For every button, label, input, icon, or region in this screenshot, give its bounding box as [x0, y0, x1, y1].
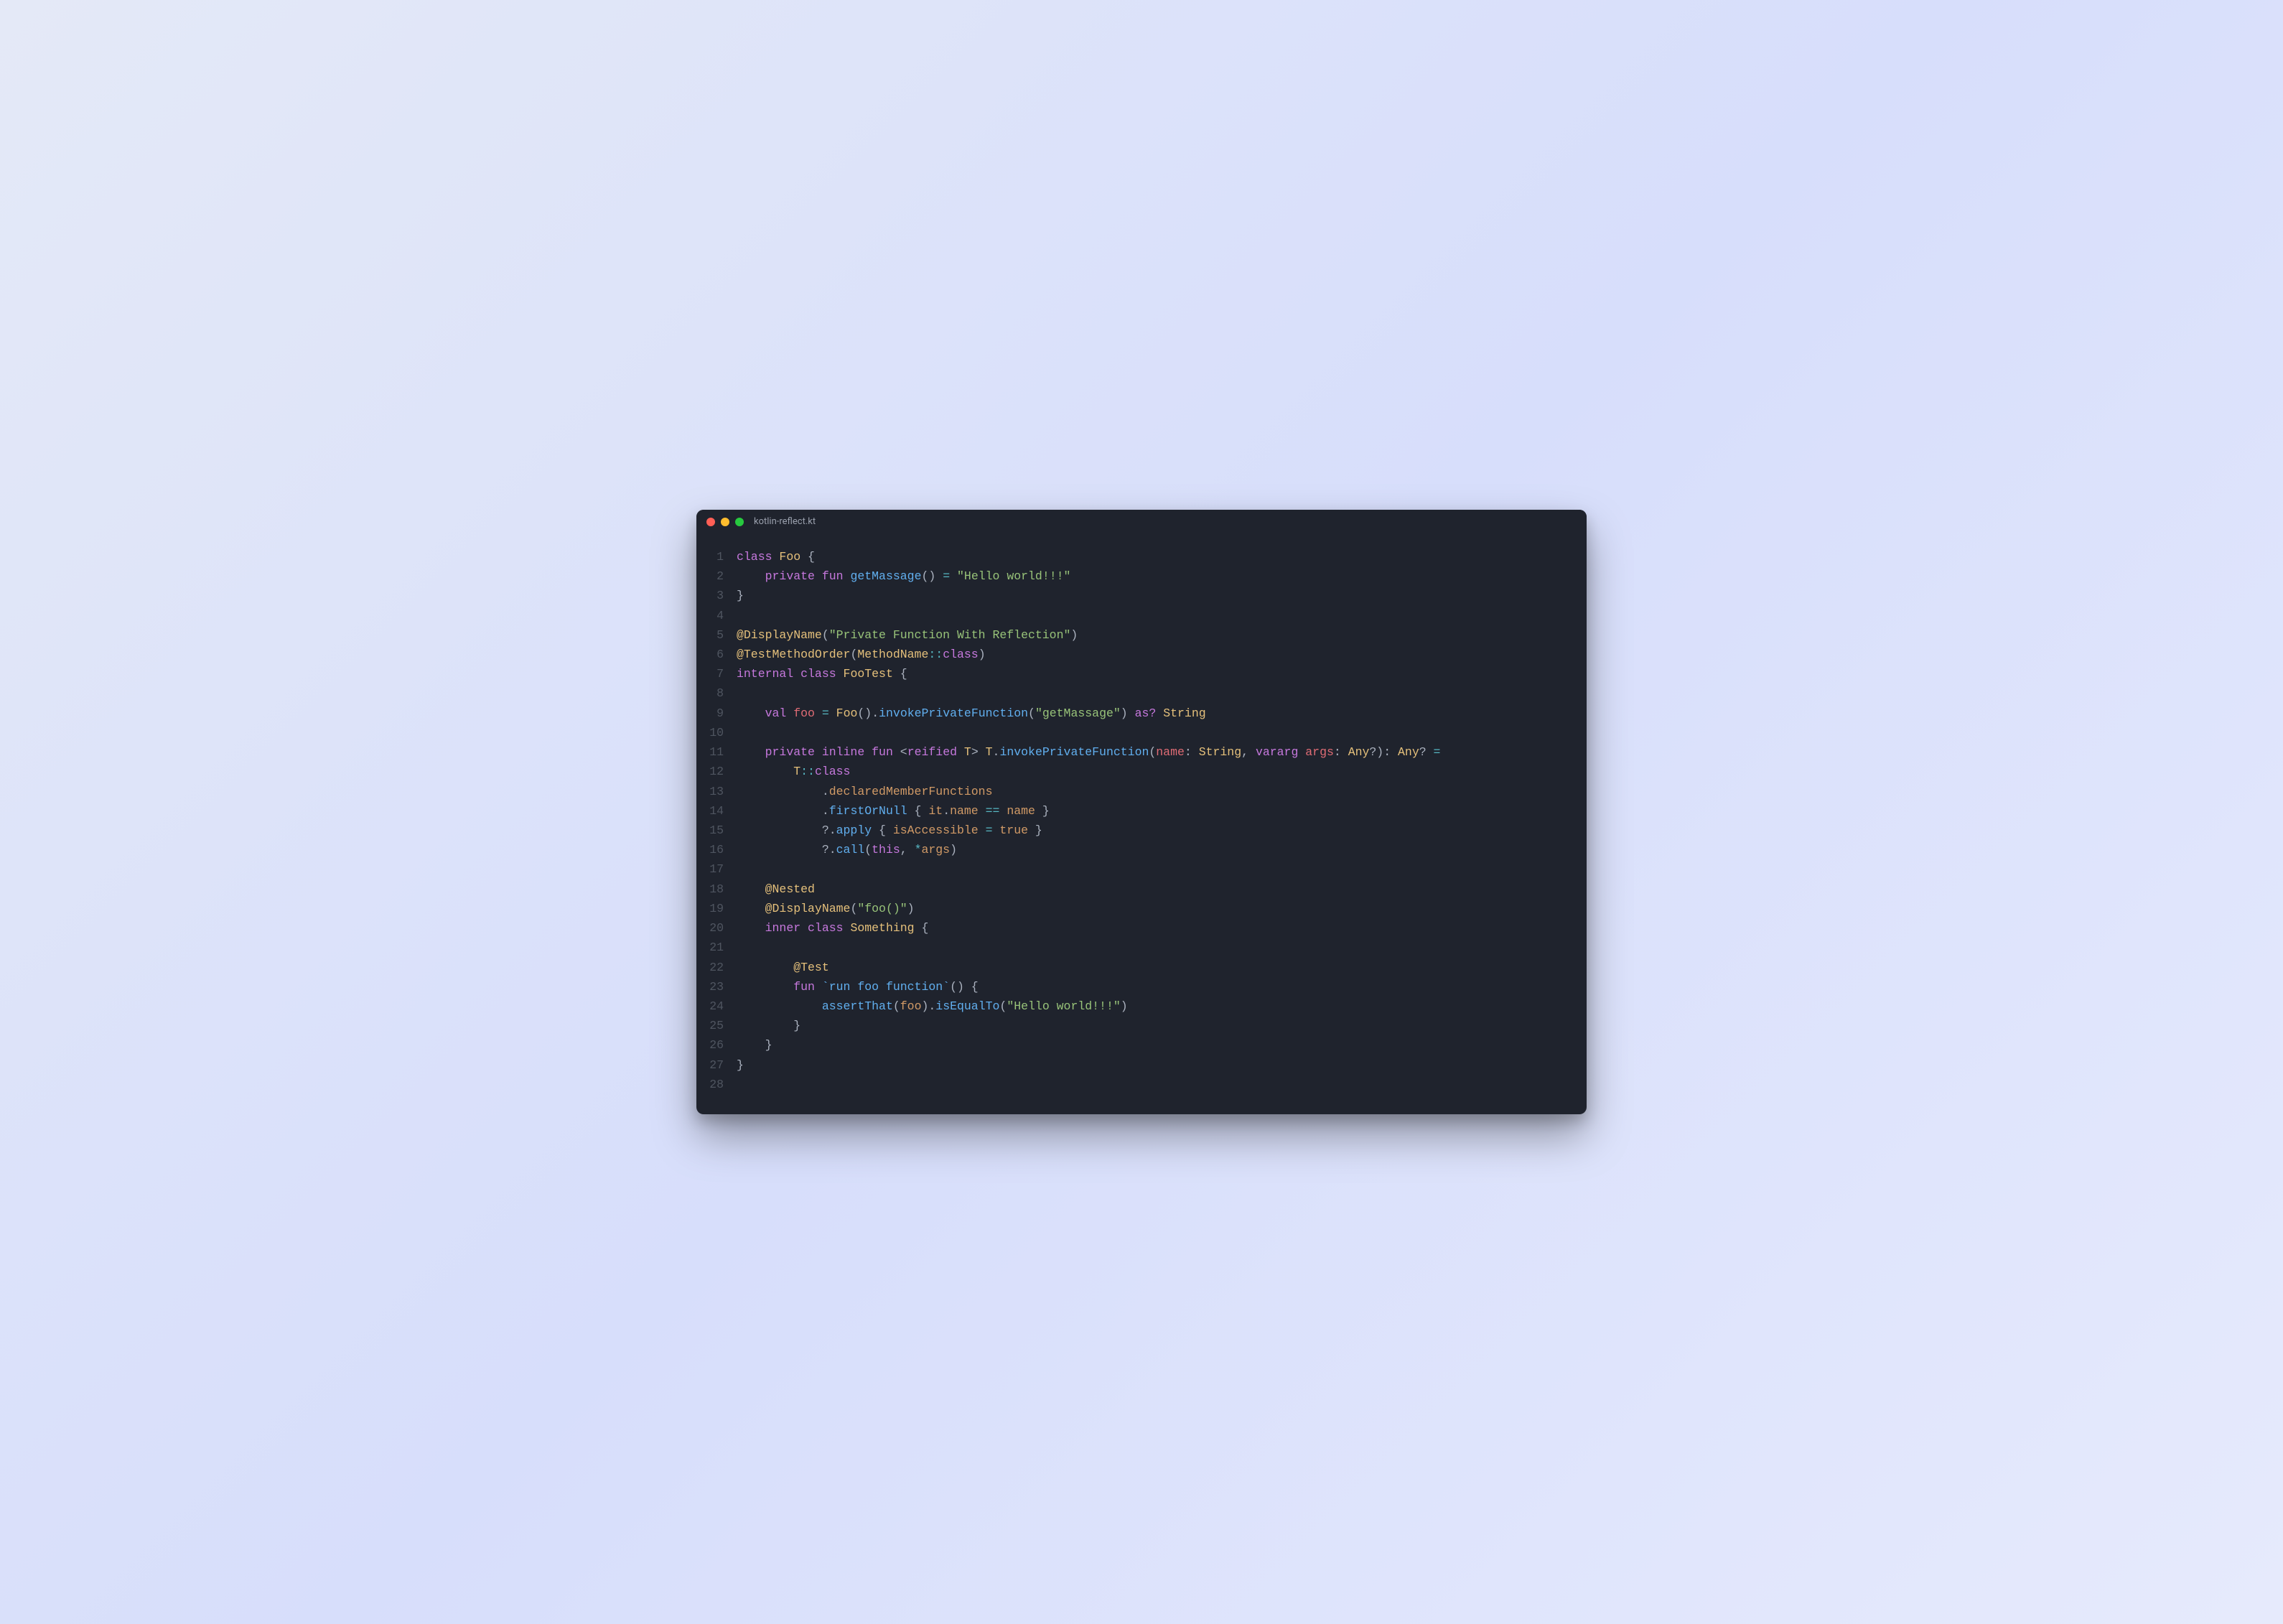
code-line[interactable] — [737, 723, 1569, 742]
code-line[interactable]: .firstOrNull { it.name == name } — [737, 801, 1569, 821]
line-number: 14 — [696, 801, 724, 821]
line-number: 27 — [696, 1055, 724, 1075]
code-line[interactable]: assertThat(foo).isEqualTo("Hello world!!… — [737, 997, 1569, 1016]
code-line[interactable]: private fun getMassage() = "Hello world!… — [737, 566, 1569, 586]
code-line[interactable]: @DisplayName("foo()") — [737, 899, 1569, 918]
line-number: 11 — [696, 742, 724, 762]
line-number: 13 — [696, 782, 724, 801]
line-number: 7 — [696, 664, 724, 683]
code-line[interactable]: .declaredMemberFunctions — [737, 782, 1569, 801]
code-line[interactable]: @DisplayName("Private Function With Refl… — [737, 625, 1569, 645]
code-line[interactable]: } — [737, 1055, 1569, 1075]
line-number: 28 — [696, 1075, 724, 1094]
line-number: 12 — [696, 762, 724, 781]
code-line[interactable] — [737, 859, 1569, 879]
minimize-icon[interactable] — [721, 518, 729, 526]
line-number: 9 — [696, 704, 724, 723]
zoom-icon[interactable] — [735, 518, 744, 526]
line-number: 21 — [696, 938, 724, 957]
line-number: 19 — [696, 899, 724, 918]
traffic-lights — [706, 518, 744, 526]
line-number: 16 — [696, 840, 724, 859]
code-line[interactable]: } — [737, 1016, 1569, 1035]
code-line[interactable] — [737, 1075, 1569, 1094]
code-line[interactable]: ?.call(this, *args) — [737, 840, 1569, 859]
code-line[interactable]: fun `run foo function`() { — [737, 977, 1569, 997]
code-line[interactable]: } — [737, 1035, 1569, 1055]
line-number: 1 — [696, 547, 724, 566]
code-line[interactable]: @Test — [737, 958, 1569, 977]
code-line[interactable]: } — [737, 586, 1569, 605]
line-number: 2 — [696, 566, 724, 586]
line-number: 20 — [696, 918, 724, 938]
line-number: 5 — [696, 625, 724, 645]
line-number: 26 — [696, 1035, 724, 1055]
code-line[interactable]: T::class — [737, 762, 1569, 781]
line-number: 3 — [696, 586, 724, 605]
code-line[interactable] — [737, 938, 1569, 957]
code-editor[interactable]: 1234567891011121314151617181920212223242… — [696, 534, 1587, 1114]
line-number: 15 — [696, 821, 724, 840]
line-number: 25 — [696, 1016, 724, 1035]
line-number: 6 — [696, 645, 724, 664]
code-line[interactable]: val foo = Foo().invokePrivateFunction("g… — [737, 704, 1569, 723]
code-line[interactable]: private inline fun <reified T> T.invokeP… — [737, 742, 1569, 762]
line-gutter: 1234567891011121314151617181920212223242… — [696, 547, 737, 1094]
window-title: kotlin-reflect.kt — [754, 516, 816, 527]
titlebar: kotlin-reflect.kt — [696, 510, 1587, 534]
code-line[interactable] — [737, 683, 1569, 703]
code-line[interactable] — [737, 606, 1569, 625]
editor-window: kotlin-reflect.kt 1234567891011121314151… — [696, 510, 1587, 1114]
code-line[interactable]: ?.apply { isAccessible = true } — [737, 821, 1569, 840]
code-line[interactable]: @Nested — [737, 879, 1569, 899]
code-line[interactable]: internal class FooTest { — [737, 664, 1569, 683]
line-number: 4 — [696, 606, 724, 625]
line-number: 8 — [696, 683, 724, 703]
line-number: 18 — [696, 879, 724, 899]
code-line[interactable]: class Foo { — [737, 547, 1569, 566]
line-number: 23 — [696, 977, 724, 997]
code-line[interactable]: inner class Something { — [737, 918, 1569, 938]
line-number: 24 — [696, 997, 724, 1016]
line-number: 22 — [696, 958, 724, 977]
line-number: 10 — [696, 723, 724, 742]
code-area[interactable]: class Foo { private fun getMassage() = "… — [737, 547, 1569, 1094]
code-line[interactable]: @TestMethodOrder(MethodName::class) — [737, 645, 1569, 664]
close-icon[interactable] — [706, 518, 715, 526]
line-number: 17 — [696, 859, 724, 879]
